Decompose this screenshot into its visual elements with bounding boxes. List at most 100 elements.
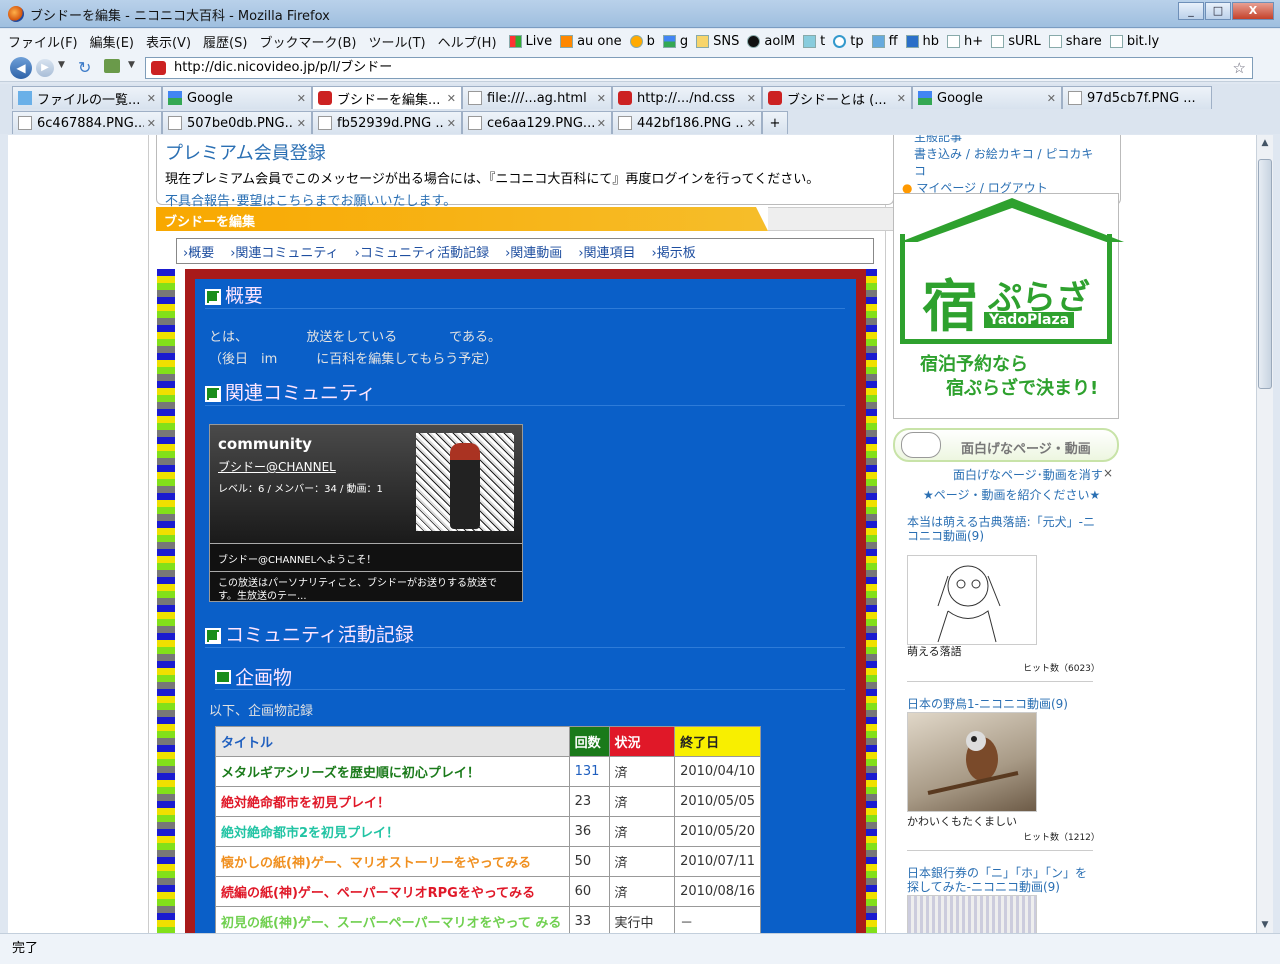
- bookmark-t[interactable]: t: [803, 34, 825, 49]
- subnav-videos[interactable]: ›関連動画: [505, 242, 570, 261]
- project-title[interactable]: 絶対絶命都市2を初見プレイ！: [215, 816, 570, 847]
- tab-google-1[interactable]: Google ✕: [162, 86, 312, 109]
- tab-png-2[interactable]: 6c467884.PNG... ✕: [12, 111, 162, 134]
- bird-thumbnail[interactable]: [907, 712, 1037, 812]
- subnav-activity[interactable]: ›コミュニティ活動記録: [355, 242, 497, 261]
- close-button[interactable]: X: [1232, 2, 1274, 20]
- tab-bushido-edit[interactable]: ブシドーを編集... ✕: [312, 86, 462, 109]
- close-tab-icon[interactable]: ✕: [147, 92, 156, 105]
- bookmark-star-icon[interactable]: ☆: [1233, 58, 1246, 78]
- tab-google-2[interactable]: Google ✕: [912, 86, 1062, 109]
- tab-png-3[interactable]: 507be0db.PNG... ✕: [162, 111, 312, 134]
- close-tab-icon[interactable]: ✕: [597, 117, 606, 130]
- interesting-item-title[interactable]: 日本の野鳥1-ニコニコ動画(9): [907, 697, 1097, 711]
- yadoplaza-ad-banner[interactable]: 宿 ぷらざ YadoPlaza 宿泊予約なら 宿ぷらざで決まり!: [893, 193, 1124, 419]
- close-interesting-icon[interactable]: ×: [1103, 466, 1113, 480]
- post-link[interactable]: 書き込み: [914, 147, 962, 161]
- bookmark-au-one[interactable]: au one: [560, 34, 622, 49]
- menu-edit[interactable]: 編集(E): [90, 32, 134, 51]
- close-tab-icon[interactable]: ✕: [147, 117, 156, 130]
- bookmark-hb[interactable]: hb: [905, 34, 939, 49]
- bookmark-b[interactable]: b: [629, 34, 655, 49]
- community-thumbnail[interactable]: [416, 433, 514, 531]
- interesting-item-title[interactable]: 本当は萌える古典落語:「元犬」-ニコニコ動画(9): [907, 515, 1097, 543]
- project-title[interactable]: 初見の紙(神)ゲー、スーパーペーパーマリオをやって みる: [215, 906, 570, 933]
- mascot-face-icon: [901, 432, 941, 458]
- close-tab-icon[interactable]: ✕: [747, 92, 756, 105]
- scroll-up-icon[interactable]: ▲: [1257, 135, 1273, 151]
- close-tab-icon[interactable]: ✕: [297, 92, 306, 105]
- toolbar-dropdown-icon[interactable]: ▼: [128, 60, 135, 70]
- project-title[interactable]: メタルギアシリーズを歴史順に初心プレイ！: [215, 756, 570, 787]
- forward-button[interactable]: ▶: [36, 59, 54, 77]
- vertical-scrollbar[interactable]: ▲ ▼: [1256, 135, 1273, 933]
- oekaki-link[interactable]: お絵カキコ: [974, 147, 1034, 161]
- close-tab-icon[interactable]: ✕: [297, 117, 306, 130]
- introduce-page-link[interactable]: ★ページ・動画を紹介ください★: [923, 486, 1100, 503]
- main-article-link[interactable]: 主般記事: [914, 135, 1100, 146]
- subnav-overview[interactable]: ›概要: [183, 242, 222, 261]
- bookmark-surl[interactable]: sURL: [991, 34, 1041, 49]
- scrollbar-thumb[interactable]: [1258, 159, 1272, 389]
- tab-png-6[interactable]: 442bf186.PNG ... ✕: [612, 111, 762, 134]
- project-status: 実行中: [608, 906, 676, 933]
- premium-register-link[interactable]: プレミアム会員登録: [165, 139, 885, 165]
- project-title[interactable]: 続編の紙(神)ゲー、ペーパーマリオRPGをやってみる: [215, 876, 570, 907]
- banknote-thumbnail[interactable]: [907, 895, 1037, 933]
- minimize-button[interactable]: _: [1178, 2, 1204, 20]
- home-icon[interactable]: [104, 59, 120, 73]
- close-tab-icon[interactable]: ✕: [447, 92, 456, 105]
- bookmark-hplus[interactable]: h+: [947, 34, 983, 49]
- bookmark-ff[interactable]: ff: [871, 34, 898, 49]
- maximize-button[interactable]: □: [1205, 2, 1231, 20]
- tab-css[interactable]: http://.../nd.css ✕: [612, 86, 762, 109]
- subnav-board[interactable]: ›掲示板: [652, 242, 704, 261]
- tab-bushido-article[interactable]: ブシドーとは (... ✕: [762, 86, 912, 109]
- bookmark-tp[interactable]: tp: [833, 34, 864, 49]
- nicopedia-icon: [768, 91, 782, 105]
- menu-history[interactable]: 履歴(S): [203, 32, 247, 51]
- col-title: タイトル: [215, 726, 570, 757]
- menu-view[interactable]: 表示(V): [146, 32, 191, 51]
- close-tab-icon[interactable]: ✕: [897, 92, 906, 105]
- project-title[interactable]: 懐かしの紙(神)ゲー、マリオストーリーをやってみる: [215, 846, 570, 877]
- close-tab-icon[interactable]: ✕: [747, 117, 756, 130]
- hide-interesting-link[interactable]: 面白げなページ･動画を消す: [953, 466, 1103, 483]
- close-tab-icon[interactable]: ✕: [597, 92, 606, 105]
- project-count[interactable]: 131: [568, 756, 610, 787]
- tab-png-1[interactable]: 97d5cb7f.PNG ...: [1062, 86, 1212, 109]
- close-tab-icon[interactable]: ✕: [447, 117, 456, 130]
- bookmark-share[interactable]: share: [1048, 34, 1102, 49]
- plus-icon: +: [769, 115, 781, 131]
- menu-file[interactable]: ファイル(F): [8, 32, 78, 51]
- tab-file-html[interactable]: file:///...ag.html ✕: [462, 86, 612, 109]
- interesting-item-title[interactable]: 日本銀行券の「ニ」「ホ」「ン」を探してみた-ニコニコ動画(9): [907, 866, 1097, 894]
- subnav-related[interactable]: ›関連項目: [578, 242, 643, 261]
- bookmark-g[interactable]: g: [662, 34, 688, 49]
- menu-bookmarks[interactable]: ブックマーク(B): [259, 32, 356, 51]
- url-bar[interactable]: http://dic.nicovideo.jp/p/l/ブシドー ☆: [145, 57, 1253, 79]
- rakugo-thumbnail[interactable]: [907, 555, 1037, 645]
- tab-png-4[interactable]: fb52939d.PNG ... ✕: [312, 111, 462, 134]
- menu-help[interactable]: ヘルプ(H): [438, 32, 497, 51]
- subnav-community[interactable]: ›関連コミュニティ: [230, 242, 346, 261]
- menu-tools[interactable]: ツール(T): [369, 32, 426, 51]
- back-button[interactable]: ◀: [10, 57, 32, 79]
- community-card[interactable]: community ブシドー@CHANNEL レベル：6 / メンバー：34 /…: [209, 424, 523, 602]
- bookmark-sns[interactable]: SNS: [696, 34, 739, 49]
- tab-png-5[interactable]: ce6aa129.PNG... ✕: [462, 111, 612, 134]
- tab-file-list[interactable]: ファイルの一覧... ✕: [12, 86, 162, 109]
- bookmark-bitly[interactable]: bit.ly: [1109, 34, 1159, 49]
- reload-icon[interactable]: ↻: [78, 58, 91, 77]
- project-count: 60: [568, 876, 610, 907]
- new-tab-button[interactable]: +: [762, 111, 788, 134]
- project-title[interactable]: 絶対絶命都市を初見プレイ！: [215, 786, 570, 817]
- history-dropdown-icon[interactable]: ▼: [58, 60, 65, 70]
- close-tab-icon[interactable]: ✕: [1047, 92, 1056, 105]
- bookmark-aolm[interactable]: aolM: [747, 34, 795, 49]
- scroll-down-icon[interactable]: ▼: [1257, 917, 1273, 933]
- article-body: 概要 とは、 放送をしている である。 （後日 im に百科を編集してもらう予定…: [195, 279, 856, 933]
- premium-message: 現在プレミアム会員でこのメッセージが出る場合には、『ニコニコ大百科にて』再度ログ…: [165, 172, 820, 187]
- bookmark-live[interactable]: Live: [508, 34, 552, 49]
- community-name-link[interactable]: ブシドー@CHANNEL: [218, 458, 336, 475]
